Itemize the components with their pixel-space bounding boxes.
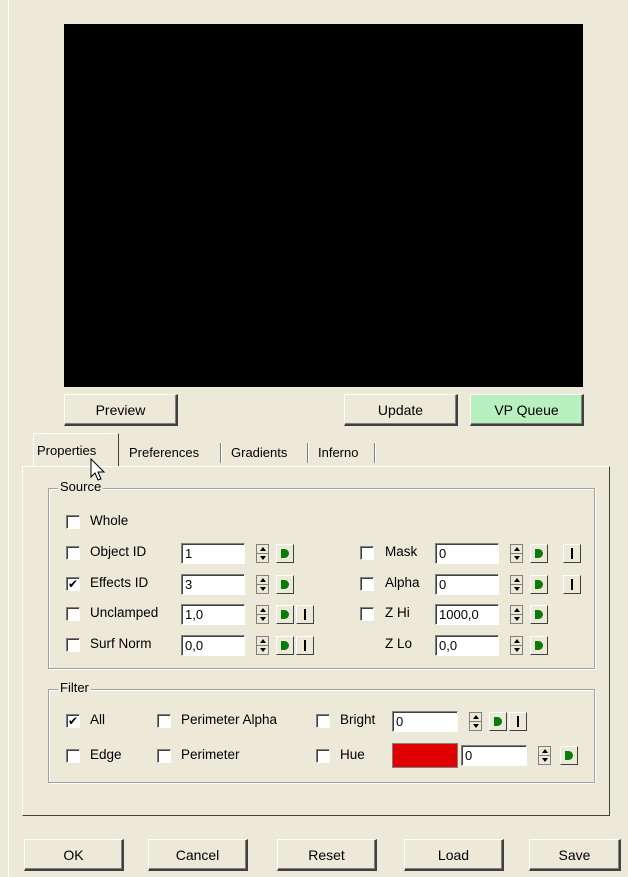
checkmark-icon: ✔ <box>67 577 79 591</box>
object-id-checkbox[interactable] <box>66 546 80 560</box>
z-hi-play-icon[interactable] <box>530 605 548 624</box>
hue-checkbox[interactable] <box>316 749 330 763</box>
mask-field[interactable]: 0 <box>435 543 499 564</box>
alpha-field[interactable]: 0 <box>435 574 499 595</box>
checkmark-icon: ✔ <box>67 714 79 728</box>
preview-canvas <box>64 24 583 387</box>
mask-play-icon[interactable] <box>530 544 548 563</box>
effects-id-play-icon[interactable] <box>276 575 294 594</box>
unclamped-checkbox[interactable] <box>66 607 80 621</box>
bright-checkbox[interactable] <box>316 714 330 728</box>
hue-color-swatch[interactable] <box>392 743 458 768</box>
alpha-label: Alpha <box>385 575 420 590</box>
unclamped-field[interactable]: 1,0 <box>181 604 245 625</box>
z-hi-label: Z Hi <box>385 605 410 620</box>
unclamped-label: Unclamped <box>90 605 159 620</box>
perimeter-checkbox[interactable] <box>157 749 171 763</box>
bright-play-icon[interactable] <box>489 712 507 731</box>
object-id-play-icon[interactable] <box>276 544 294 563</box>
filter-group-label: Filter <box>58 680 91 695</box>
z-lo-spinner[interactable] <box>510 636 523 655</box>
hue-label: Hue <box>340 747 365 762</box>
hue-play-icon[interactable] <box>560 746 578 765</box>
bright-field[interactable]: 0 <box>392 711 458 732</box>
z-hi-spinner[interactable] <box>510 605 523 624</box>
alpha-checkbox[interactable] <box>360 577 374 591</box>
z-lo-field[interactable]: 0,0 <box>435 635 499 656</box>
surf-norm-play-icon[interactable] <box>276 636 294 655</box>
hue-field[interactable]: 0 <box>461 745 527 766</box>
tab-separator <box>307 443 309 463</box>
filter-group <box>48 689 595 783</box>
alpha-bar-icon[interactable] <box>563 575 581 594</box>
object-id-field[interactable]: 1 <box>181 543 245 564</box>
hue-spinner[interactable] <box>538 746 551 765</box>
unclamped-bar-icon[interactable] <box>296 605 314 624</box>
surf-norm-bar-icon[interactable] <box>296 636 314 655</box>
object-id-label: Object ID <box>90 544 147 559</box>
reset-button[interactable]: Reset <box>277 839 377 871</box>
load-button[interactable]: Load <box>404 839 504 871</box>
effects-id-field[interactable]: 3 <box>181 574 245 595</box>
bright-label: Bright <box>340 712 376 727</box>
surf-norm-checkbox[interactable] <box>66 638 80 652</box>
effects-id-spinner[interactable] <box>256 575 269 594</box>
effects-id-checkbox[interactable]: ✔ <box>66 577 80 591</box>
whole-label: Whole <box>90 513 129 528</box>
z-lo-play-icon[interactable] <box>530 636 548 655</box>
effects-id-label: Effects ID <box>90 575 149 590</box>
unclamped-spinner[interactable] <box>256 605 269 624</box>
tab-preferences[interactable]: Preferences <box>126 437 218 467</box>
perimeter-alpha-label: Perimeter Alpha <box>181 712 278 727</box>
unclamped-play-icon[interactable] <box>276 605 294 624</box>
tab-inferno[interactable]: Inferno <box>315 437 375 467</box>
bright-spinner[interactable] <box>469 712 482 731</box>
surf-norm-field[interactable]: 0,0 <box>181 635 245 656</box>
cancel-button[interactable]: Cancel <box>148 839 248 871</box>
object-id-spinner[interactable] <box>256 544 269 563</box>
update-button[interactable]: Update <box>344 394 458 426</box>
preview-button[interactable]: Preview <box>64 394 178 426</box>
alpha-spinner[interactable] <box>510 575 523 594</box>
mask-checkbox[interactable] <box>360 546 374 560</box>
mask-label: Mask <box>385 544 418 559</box>
mask-bar-icon[interactable] <box>563 544 581 563</box>
z-hi-field[interactable]: 1000,0 <box>435 604 499 625</box>
perimeter-label: Perimeter <box>181 747 240 762</box>
all-checkbox[interactable]: ✔ <box>66 714 80 728</box>
surf-norm-label: Surf Norm <box>90 636 152 651</box>
edge-label: Edge <box>90 747 122 762</box>
all-label: All <box>90 712 106 727</box>
edge-checkbox[interactable] <box>66 749 80 763</box>
vp-queue-button[interactable]: VP Queue <box>470 394 584 426</box>
whole-checkbox[interactable] <box>66 515 80 529</box>
z-hi-checkbox[interactable] <box>360 607 374 621</box>
surf-norm-spinner[interactable] <box>256 636 269 655</box>
tab-separator <box>374 443 376 463</box>
z-lo-label: Z Lo <box>385 636 413 651</box>
mask-spinner[interactable] <box>510 544 523 563</box>
alpha-play-icon[interactable] <box>530 575 548 594</box>
bright-bar-icon[interactable] <box>509 712 527 731</box>
tab-gradients[interactable]: Gradients <box>228 437 306 467</box>
mouse-cursor-icon <box>90 458 106 481</box>
tab-separator <box>220 443 222 463</box>
perimeter-alpha-checkbox[interactable] <box>157 714 171 728</box>
save-button[interactable]: Save <box>529 839 621 871</box>
ok-button[interactable]: OK <box>24 839 124 871</box>
